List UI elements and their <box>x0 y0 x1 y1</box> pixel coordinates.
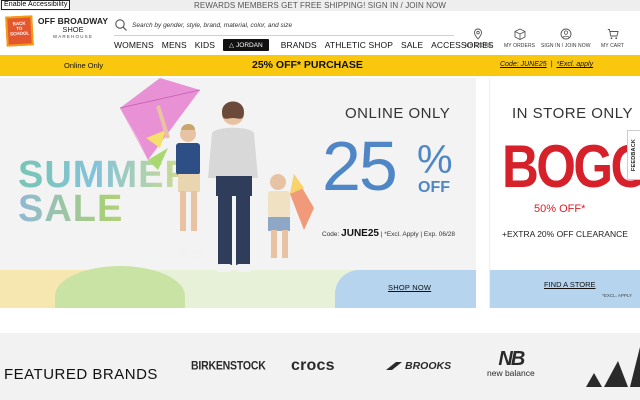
percent-sign: % <box>417 138 453 182</box>
promo-code-line: Code: JUNE25 | *Excl. Apply | Exp. 06/28 <box>322 228 455 239</box>
location-pin-icon <box>474 28 483 40</box>
search-underline <box>114 35 454 36</box>
cart-icon <box>607 29 619 40</box>
feedback-tab[interactable]: FEEDBACK <box>627 130 640 180</box>
enable-accessibility-link[interactable]: Enable Accessibility <box>1 0 71 10</box>
promo-top-bar[interactable]: Enable Accessibility REWARDS MEMBERS GET… <box>0 0 640 11</box>
offer-headline: 25% OFF* PURCHASE <box>252 59 363 71</box>
off-text: OFF <box>418 179 450 196</box>
code-prefix: Code: <box>322 231 340 238</box>
featured-brands-section: FEATURED BRANDS BIRKENSTOCK crocs BROOKS… <box>0 333 640 400</box>
logo-line3: WAREHOUSE <box>52 34 94 39</box>
search-input[interactable] <box>132 19 452 32</box>
my-cart-link[interactable]: MY CART <box>601 28 624 49</box>
brand-new-balance[interactable]: NB new balance <box>487 349 535 378</box>
brand-new-balance-label: new balance <box>487 368 535 378</box>
my-store-link[interactable]: MY STORE <box>465 28 492 49</box>
fifty-off-text: 50% OFF* <box>534 203 586 215</box>
main-nav: WOMENS MENS KIDS △ JORDAN BRANDS ATHLETI… <box>114 39 502 51</box>
offer-bar[interactable]: Online Only 25% OFF* PURCHASE Code: JUNE… <box>0 55 640 76</box>
user-icon <box>560 28 572 40</box>
nav-mens[interactable]: MENS <box>162 40 187 50</box>
featured-brands-title: FEATURED BRANDS <box>4 366 158 383</box>
logo-line2: SHOE <box>62 25 84 34</box>
in-store-promo[interactable]: IN STORE ONLY BOGO 50% OFF* +EXTRA 20% O… <box>489 78 640 308</box>
new-balance-logo-icon: NB <box>498 348 525 370</box>
my-cart-label: MY CART <box>601 43 625 49</box>
sign-in-label: SIGN IN / JOIN NOW <box>541 43 591 49</box>
hero-banner[interactable]: SUMMER SALE ONLINE ONLY 25 % OFF Code: J… <box>0 78 476 308</box>
feedback-label: FEEDBACK <box>631 138 637 172</box>
brand-brooks[interactable]: BROOKS <box>386 360 451 372</box>
nav-athletic-shop[interactable]: ATHLETIC SHOP <box>325 40 393 50</box>
my-orders-link[interactable]: MY ORDERS <box>504 28 535 49</box>
find-a-store-link[interactable]: FIND A STORE <box>544 280 596 289</box>
nav-womens[interactable]: WOMENS <box>114 40 154 50</box>
brand-birkenstock[interactable]: BIRKENSTOCK <box>191 359 266 372</box>
my-orders-label: MY ORDERS <box>504 43 536 49</box>
shop-now-link[interactable]: SHOP NOW <box>388 283 431 292</box>
bogo-heading: BOGO <box>502 133 640 200</box>
offer-separator: | <box>550 61 553 68</box>
brand-crocs[interactable]: crocs <box>291 357 335 375</box>
offer-details: Code: JUNE25 | *Excl. apply <box>500 61 593 68</box>
logo-badge: BACK TO SCHOOL <box>5 15 34 47</box>
logo-wordmark: OFF BROADWAY SHOE WAREHOUSE <box>37 16 109 40</box>
nav-jordan[interactable]: △ JORDAN <box>223 39 269 51</box>
family-with-kites-image <box>119 78 314 272</box>
brand-brooks-label: BROOKS <box>405 360 452 372</box>
promo-code: JUNE25 <box>341 228 379 239</box>
my-store-label: MY STORE <box>465 43 492 49</box>
nav-brands[interactable]: BRANDS <box>281 40 317 50</box>
sign-in-link[interactable]: SIGN IN / JOIN NOW <box>541 28 591 49</box>
offer-exclusions-link[interactable]: *Excl. apply <box>557 61 594 68</box>
site-header: BACK TO SCHOOL OFF BROADWAY SHOE WAREHOUSE… <box>0 11 640 55</box>
promo-top-text[interactable]: REWARDS MEMBERS GET FREE SHIPPING! SIGN … <box>194 1 446 10</box>
brand-adidas-logo-icon[interactable]: adidas <box>584 347 640 387</box>
in-store-heading: IN STORE ONLY <box>512 105 633 122</box>
nav-sale[interactable]: SALE <box>401 40 423 50</box>
search-icon[interactable] <box>114 18 128 32</box>
online-only-heading: ONLINE ONLY <box>345 105 451 122</box>
side-exclusions-text: *EXCL. APPLY <box>602 293 632 298</box>
code-suffix: | *Excl. Apply | Exp. 06/28 <box>380 231 455 238</box>
discount-percent: 25 <box>322 127 398 205</box>
box-icon <box>514 28 525 40</box>
nav-jordan-label: JORDAN <box>236 41 263 49</box>
brooks-chevron-icon <box>386 362 402 370</box>
extra-clearance-text: +EXTRA 20% OFF CLEARANCE <box>502 229 628 239</box>
nav-kids[interactable]: KIDS <box>195 40 215 50</box>
side-bottom-shape <box>490 270 640 308</box>
offer-online-only: Online Only <box>64 61 104 70</box>
jumpman-icon: △ <box>229 42 235 49</box>
offer-code[interactable]: Code: JUNE25 <box>500 61 547 68</box>
site-logo[interactable]: BACK TO SCHOOL OFF BROADWAY SHOE WAREHOUSE <box>5 15 109 47</box>
